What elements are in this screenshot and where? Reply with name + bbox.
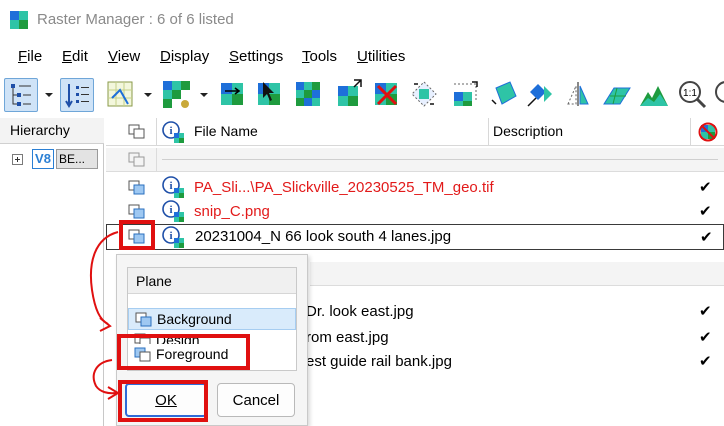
hierarchy-view-icon[interactable] [4,78,38,112]
plane-background-icon[interactable] [128,229,146,248]
plane-filter-icon [128,152,146,171]
raster-file-name: est guide rail bank.jpg [306,353,452,370]
raster-tile-icon[interactable] [160,78,194,112]
filter-row[interactable] [106,148,724,172]
plane-popup: Plane Background Design Foreground OK Ca… [116,254,308,426]
plane-column-icon[interactable] [128,124,146,143]
detach-raster-icon[interactable] [370,78,404,112]
ok-button[interactable]: OK [125,383,207,417]
plane-option-design[interactable]: Design [128,330,296,344]
sort-list-icon[interactable] [60,78,94,112]
raster-info-icon: i [162,200,186,225]
tree-expand-icon[interactable] [12,154,23,165]
display-checkmark[interactable]: ✔ [699,352,712,370]
raster-list-header: i File Name Description [106,118,724,146]
perspective-raster-icon[interactable] [600,78,634,112]
chevron-down-icon[interactable] [199,90,209,100]
menu-file[interactable]: File [18,48,42,65]
raster-grid-icon[interactable] [292,78,326,112]
raster-file-name: 20231004_N 66 look south 4 lanes.jpg [195,228,452,245]
display-checkmark[interactable]: ✔ [699,328,712,346]
plane-background-icon[interactable] [128,180,146,199]
menu-display[interactable]: Display [160,48,209,65]
table-row[interactable]: i PA_Sli...\PA_Slickville_20230525_TM_ge… [106,176,724,200]
svg-text:i: i [169,125,172,137]
window-title: Raster Manager : 6 of 6 listed [37,11,234,28]
zoom-one-to-one-icon[interactable]: 1:1 [676,78,710,112]
plane-background-icon [135,312,153,331]
column-description[interactable]: Description [493,123,563,139]
plane-foreground-icon [134,347,152,366]
display-checkmark[interactable]: ✔ [699,202,712,220]
chevron-down-icon[interactable] [44,90,54,100]
v8-file-icon: V8 [32,149,54,169]
mirror-raster-icon[interactable] [562,78,596,112]
plane-option-background[interactable]: Background [128,308,296,330]
menu-view[interactable]: View [108,48,140,65]
attach-raster-icon[interactable] [104,78,138,112]
more-tools-icon[interactable] [712,78,724,112]
menu-tools[interactable]: Tools [302,48,337,65]
svg-text:i: i [169,204,172,216]
raster-file-name: snip_C.png [194,203,270,220]
plane-option-foreground[interactable]: Foreground [128,344,296,366]
title-bar: Raster Manager : 6 of 6 listed [0,0,724,40]
column-file-name[interactable]: File Name [194,123,258,139]
hierarchy-pane: Hierarchy V8 BE... [0,118,104,426]
table-row[interactable]: i snip_C.png ✔ [106,200,724,224]
display-checkmark[interactable]: ✔ [699,302,712,320]
plane-design-icon [134,333,152,344]
toolbar: 1:1 [0,74,724,116]
menu-bar: File Edit View Display Settings Tools Ut… [0,44,724,70]
raster-file-name: Dr. look east.jpg [306,303,414,320]
plane-list: Plane Background Design Foreground [127,267,297,371]
svg-text:i: i [169,180,172,192]
chevron-down-icon[interactable] [143,90,153,100]
svg-text:1:1: 1:1 [683,88,697,99]
raster-info-icon: i [162,226,186,251]
rotate-raster-icon[interactable] [408,78,442,112]
svg-text:i: i [169,230,172,242]
display-checkmark[interactable]: ✔ [699,178,712,196]
menu-utilities[interactable]: Utilities [357,48,405,65]
cancel-button[interactable]: Cancel [217,383,295,417]
raster-file-name: PA_Sli...\PA_Slickville_20230525_TM_geo.… [194,179,494,196]
tree-node-model[interactable]: BE... [56,149,98,169]
filter-row-lower [310,262,724,286]
display-checkmark[interactable]: ✔ [700,228,713,246]
menu-settings[interactable]: Settings [229,48,283,65]
table-row-selected[interactable]: i 20231004_N 66 look south 4 lanes.jpg ✔ [106,224,724,250]
raster-info-icon: i [162,121,186,146]
terrain-icon[interactable] [638,78,672,112]
move-raster-icon[interactable] [332,78,366,112]
hierarchy-header: Hierarchy [0,118,104,144]
menu-edit[interactable]: Edit [62,48,88,65]
scale-raster-icon[interactable] [448,78,482,112]
display-toggle-column-icon[interactable] [698,122,718,145]
plane-list-header: Plane [128,268,296,294]
warp-raster-icon[interactable] [488,78,522,112]
raster-info-icon: i [162,176,186,201]
plane-background-icon[interactable] [128,204,146,223]
raster-file-name: rom east.jpg [306,329,389,346]
raster-app-icon [10,11,28,29]
clip-raster-icon[interactable] [524,78,558,112]
select-raster-icon[interactable] [253,78,287,112]
swap-raster-icon[interactable] [216,78,250,112]
